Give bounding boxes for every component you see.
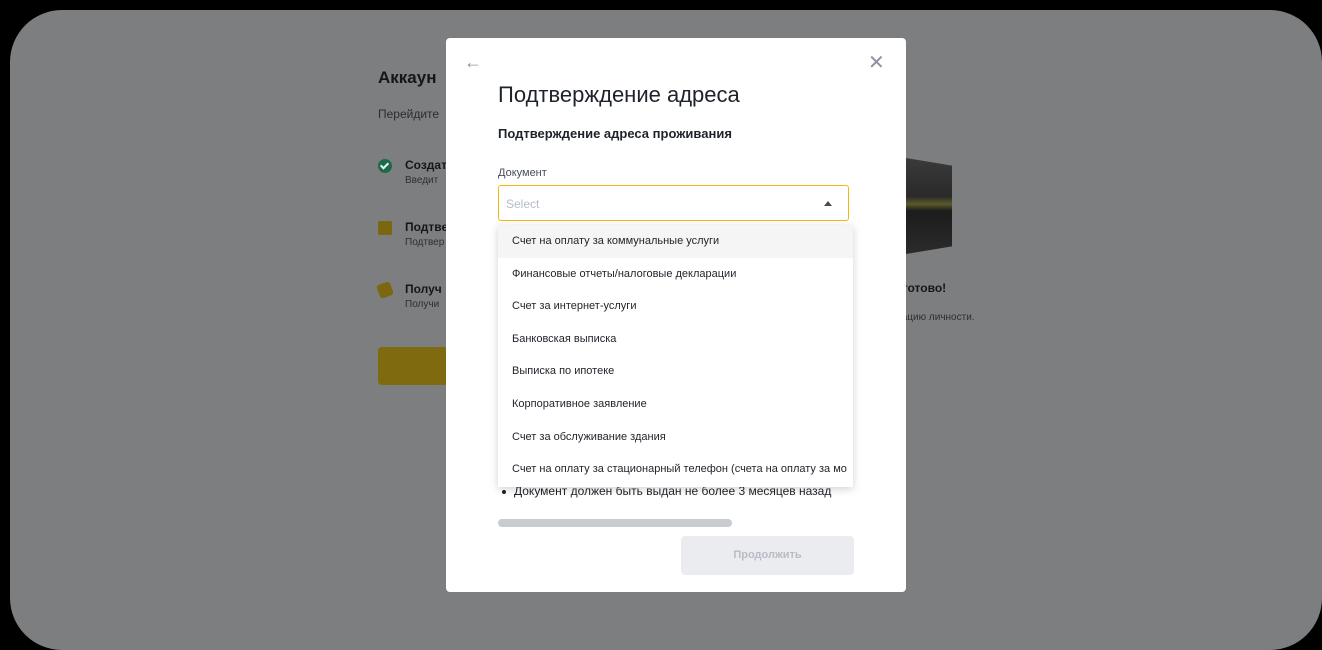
dropdown-option-mortgage-statement[interactable]: Выписка по ипотеке [498,355,853,388]
continue-button[interactable]: Продолжить [681,536,854,575]
page-subtitle: Перейдите [378,107,440,121]
step-desc: Введит [405,175,439,186]
back-arrow-icon[interactable]: ← [464,52,482,72]
close-icon[interactable]: ✕ [868,52,885,74]
step-desc: Подтвер [405,237,445,248]
dropdown-option-internet-bill[interactable]: Счет за интернет-услуги [498,290,853,323]
page-title: Аккаун [378,68,437,87]
modal-subtitle: Подтверждение адреса проживания [498,126,732,141]
illustration-box [906,158,952,254]
dropdown-option-corporate-statement[interactable]: Корпоративное заявление [498,388,853,421]
document-dropdown-list: Счет на оплату за коммунальные услуги Фи… [498,225,853,487]
step-title: Подтве [405,220,449,234]
id-card-icon [378,221,392,235]
horizontal-scrollbar[interactable] [498,519,732,527]
caret-up-icon [824,201,832,206]
step-title: Создат [405,158,447,172]
dropdown-option-building-service-bill[interactable]: Счет за обслуживание здания [498,421,853,454]
gift-icon [376,281,394,299]
step-desc: Получи [405,299,440,310]
dropdown-option-utility-bill[interactable]: Счет на оплату за коммунальные услуги [498,225,853,258]
step-title: Получ [405,282,442,296]
modal-title: Подтверждение адреса [498,82,740,107]
address-verification-modal: ← ✕ Подтверждение адреса Подтверждение а… [446,38,906,592]
select-placeholder: Select [506,197,540,211]
document-label: Документ [498,167,547,179]
dropdown-option-bank-statement[interactable]: Банковская выписка [498,323,853,356]
dropdown-option-landline-bill[interactable]: Счет на оплату за стационарный телефон (… [498,453,853,486]
dropdown-option-tax-return[interactable]: Финансовые отчеты/налоговые декларации [498,258,853,291]
document-select[interactable]: Select [498,185,849,221]
check-circle-icon [378,159,392,173]
bullet-icon [502,489,506,494]
